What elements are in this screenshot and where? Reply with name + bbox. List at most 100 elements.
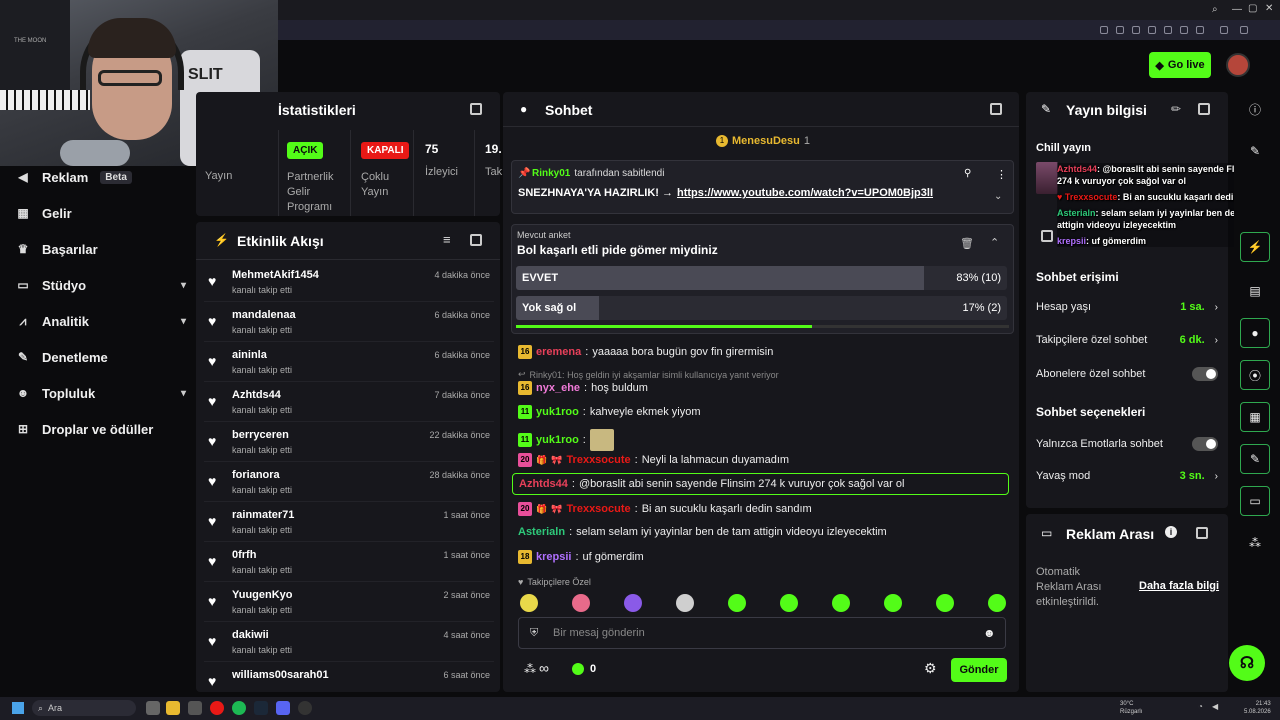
chat-username[interactable]: Trexxsocute — [566, 503, 630, 515]
filter-icon[interactable]: ≡ — [443, 232, 451, 247]
extension-icon[interactable] — [1196, 26, 1204, 34]
document-icon[interactable]: ▤ — [1240, 276, 1270, 306]
extension-icon[interactable] — [1132, 26, 1140, 34]
maximize-icon[interactable]: ▢ — [1248, 3, 1257, 14]
volume-icon[interactable]: ◀ — [1212, 702, 1218, 711]
chat-username[interactable]: Trexxsocute — [566, 454, 630, 466]
chat-icon[interactable]: ● — [1240, 318, 1270, 348]
sidebar-item-studyo[interactable]: ▭ Stüdyo ▾ — [16, 271, 186, 299]
emote-icon[interactable] — [624, 594, 642, 612]
emote-icon[interactable] — [520, 594, 538, 612]
expand-icon[interactable] — [990, 103, 1002, 115]
chat-message[interactable]: 20 🎁 🎀 Trexxsocute: Neyli la lahmacun duyama… — [518, 453, 789, 467]
chat-input[interactable]: Bir mesaj gönderin — [553, 627, 645, 639]
gear-icon[interactable]: ⚙ — [924, 660, 937, 677]
rail-highlight-icon[interactable]: ⚡ — [1240, 232, 1270, 262]
wrench-icon[interactable]: ✎ — [1240, 444, 1270, 474]
avatar[interactable] — [1226, 53, 1250, 77]
task-view-icon[interactable] — [146, 701, 160, 715]
chat-message[interactable]: 11 yuk1roo: kahveyle ekmek yiyom — [518, 405, 701, 419]
emote-icon[interactable] — [936, 594, 954, 612]
app-icon[interactable] — [188, 701, 202, 715]
pencil-icon[interactable]: ✏ — [1171, 102, 1181, 116]
chat-message[interactable]: Azhtds44: @boraslit abi senin sayende Fli… — [512, 473, 1009, 495]
subs-chat-toggle[interactable] — [1192, 367, 1218, 381]
extension-icon[interactable] — [1116, 26, 1124, 34]
activity-event[interactable]: ♥ 0frfh kanalı takip etti 1 saat önce — [204, 542, 494, 582]
chat-username[interactable]: Azhtds44 — [519, 478, 568, 490]
extension-icon[interactable] — [1100, 26, 1108, 34]
expand-icon[interactable] — [470, 103, 482, 115]
pin-toggle-icon[interactable]: ⚲ — [964, 168, 971, 179]
discord-icon[interactable] — [276, 701, 290, 715]
gift-icon[interactable]: ⁂ — [524, 662, 536, 676]
minimize-icon[interactable]: — — [1232, 4, 1242, 15]
file-explorer-icon[interactable] — [166, 701, 180, 715]
extension-icon[interactable] — [1164, 26, 1172, 34]
emote-icon[interactable] — [572, 594, 590, 612]
sidebar-item-gelir[interactable]: ▦ Gelir — [16, 199, 186, 227]
chat-message[interactable]: 18 krepsii: uf gömerdim — [518, 550, 644, 564]
broadcast-icon[interactable]: ⦿ — [1240, 360, 1270, 390]
emote-icon[interactable] — [780, 594, 798, 612]
chat-username[interactable]: yuk1roo — [536, 406, 579, 418]
chat-username[interactable]: Asterialn — [518, 526, 565, 538]
pencil-icon[interactable]: ✎ — [1240, 136, 1270, 166]
support-button[interactable]: ☊ — [1229, 645, 1265, 681]
activity-event[interactable]: ♥ forianora kanalı takip etti 28 dakika önc… — [204, 462, 494, 502]
sidebar-item-analitik[interactable]: ⩘ Analitik ▾ — [16, 307, 186, 335]
poll-option[interactable]: Yok sağ ol 17% (2) — [516, 296, 1007, 320]
send-button[interactable]: Gönder — [951, 658, 1007, 682]
share-icon[interactable]: ⁂ — [1240, 528, 1270, 558]
taskbar-search[interactable]: ⌕ Ara — [32, 700, 136, 716]
spotify-icon[interactable] — [232, 701, 246, 715]
sidebar-item-basarilar[interactable]: ♛ Başarılar — [16, 235, 186, 263]
emote-icon[interactable] — [676, 594, 694, 612]
more-icon[interactable]: ⋮ — [996, 168, 1007, 181]
emote-only-toggle[interactable] — [1192, 437, 1218, 451]
activity-event[interactable]: ♥ Azhtds44 kanalı takip etti 7 dakika önce — [204, 382, 494, 422]
sidebar-item-reklam[interactable]: ◀ Reklam Beta — [16, 163, 186, 191]
sidebar-item-droplar[interactable]: ⊞ Droplar ve ödüller — [16, 415, 186, 443]
opera-icon[interactable] — [210, 701, 224, 715]
window-icon[interactable]: ▭ — [1240, 486, 1270, 516]
chat-message[interactable]: 20 🎁 🎀 Trexxsocute: Bi an sucuklu kaşarlı de… — [518, 502, 812, 516]
activity-event[interactable]: ♥ mandalenaa kanalı takip etti 6 dakika önc… — [204, 302, 494, 342]
chat-message[interactable]: 11 yuk1roo: — [518, 429, 614, 451]
wifi-icon[interactable]: ◔ — [1198, 702, 1203, 711]
chat-username[interactable]: yuk1roo — [536, 434, 579, 446]
chat-username[interactable]: eremena — [536, 346, 581, 358]
poll-option[interactable]: EVVET 83% (10) — [516, 266, 1007, 290]
menu-icon[interactable] — [1240, 26, 1248, 34]
obs-icon[interactable] — [298, 701, 312, 715]
chat-message[interactable]: Asterialn: selam selam iyi yayinlar ben d… — [518, 526, 887, 538]
activity-event[interactable]: ♥ MehmetAkif1454 kanalı takip etti 4 dakika… — [204, 262, 494, 302]
emote-icon[interactable] — [832, 594, 850, 612]
chevron-down-icon[interactable]: ⌄ — [994, 191, 1002, 202]
info-icon[interactable]: i — [1165, 526, 1177, 538]
expand-icon[interactable] — [470, 234, 482, 246]
emoji-icon[interactable]: ☻ — [983, 626, 996, 640]
kick-points-icon[interactable] — [572, 663, 584, 675]
steam-icon[interactable] — [254, 701, 268, 715]
expand-icon[interactable] — [1196, 527, 1208, 539]
layout-icon[interactable]: ▦ — [1240, 402, 1270, 432]
activity-event[interactable]: ♥ williams00sarah01 6 saat önce — [204, 662, 494, 702]
go-live-button[interactable]: ◆ Go live — [1149, 52, 1211, 78]
windows-start-icon[interactable] — [12, 702, 24, 714]
expand-icon[interactable] — [1198, 103, 1210, 115]
search-icon[interactable]: ⌕ — [1212, 4, 1218, 15]
chat-username[interactable]: krepsii — [536, 551, 571, 563]
pinned-link[interactable]: https://www.youtube.com/watch?v=UPOM0Bjp… — [677, 187, 933, 199]
sidebar-item-topluluk[interactable]: ☻ Topluluk ▾ — [16, 379, 186, 407]
slow-mode-row[interactable]: Yavaş mod 3 sn. › — [1036, 470, 1218, 482]
extension-icon[interactable] — [1148, 26, 1156, 34]
emote-icon[interactable] — [728, 594, 746, 612]
trash-icon[interactable]: 🗑 — [960, 237, 974, 250]
account-age-row[interactable]: Hesap yaşı 1 sa. › — [1036, 301, 1218, 313]
activity-event[interactable]: ♥ rainmater71 kanalı takip etti 1 saat önce — [204, 502, 494, 542]
activity-event[interactable]: ♥ YuugenKyo kanalı takip etti 2 saat önce — [204, 582, 494, 622]
activity-event[interactable]: ♥ berryceren kanalı takip etti 22 dakika ön… — [204, 422, 494, 462]
emote-icon[interactable] — [884, 594, 902, 612]
profile-icon[interactable] — [1220, 26, 1228, 34]
